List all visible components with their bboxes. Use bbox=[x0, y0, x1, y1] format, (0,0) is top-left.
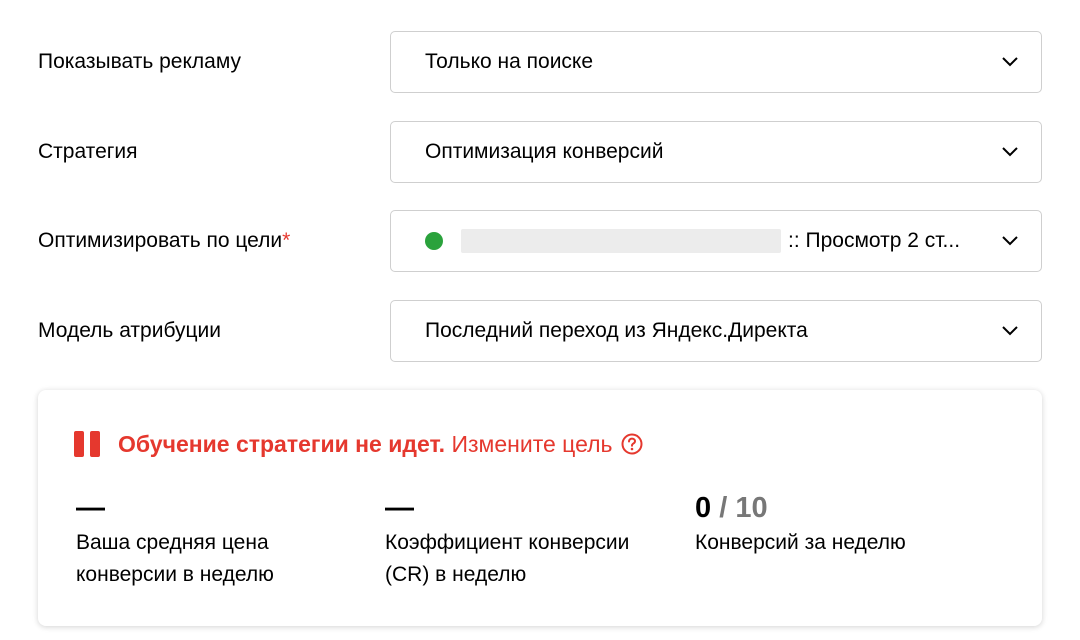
goal-select[interactable]: :: Просмотр 2 ст... bbox=[390, 210, 1042, 272]
strategy-learning-card: Обучение стратегии не идет. Измените цел… bbox=[38, 390, 1042, 626]
avg-conversion-price-metric: — Ваша средняя цена конверсии в неделю bbox=[76, 490, 376, 591]
strategy-row: Стратегия Оптимизация конверсий bbox=[0, 121, 1080, 183]
metric-label-line: Ваша средняя цена bbox=[76, 531, 269, 554]
conversions-target: / 10 bbox=[719, 492, 768, 524]
question-circle-icon[interactable] bbox=[621, 433, 643, 455]
metric-label: Конверсий за неделю bbox=[695, 527, 995, 559]
change-goal-link[interactable]: Измените цель bbox=[451, 431, 612, 457]
strategy-select[interactable]: Оптимизация конверсий bbox=[390, 121, 1042, 183]
chevron-down-icon bbox=[1002, 57, 1018, 67]
metric-label: Ваша средняя цена конверсии в неделю bbox=[76, 527, 376, 591]
metric-label-line: конверсии в неделю bbox=[76, 563, 274, 586]
learning-status-text: Обучение стратегии не идет. bbox=[118, 431, 446, 457]
metric-value: 0 / 10 bbox=[695, 490, 995, 526]
goal-row: Оптимизировать по цели* :: Просмотр 2 ст… bbox=[0, 210, 1080, 272]
attribution-select[interactable]: Последний переход из Яндекс.Директа bbox=[390, 300, 1042, 362]
metric-label-line: (CR) в неделю bbox=[385, 563, 527, 586]
show-ads-select[interactable]: Только на поиске bbox=[390, 31, 1042, 93]
show-ads-value: Только на поиске bbox=[425, 50, 594, 73]
strategy-settings-panel: Показывать рекламу Только на поиске Стра… bbox=[0, 0, 1080, 640]
attribution-label: Модель атрибуции bbox=[38, 319, 222, 342]
conversion-rate-metric: — Коэффициент конверсии (CR) в неделю bbox=[385, 490, 685, 591]
attribution-value: Последний переход из Яндекс.Директа bbox=[425, 319, 808, 342]
metric-label-line: Конверсий за неделю bbox=[695, 531, 906, 554]
show-ads-label: Показывать рекламу bbox=[38, 50, 242, 73]
redacted-goal-name bbox=[461, 229, 781, 253]
chevron-down-icon bbox=[1002, 147, 1018, 157]
learning-status: Обучение стратегии не идет. Измените цел… bbox=[118, 426, 643, 462]
strategy-value: Оптимизация конверсий bbox=[425, 140, 664, 163]
required-mark: * bbox=[282, 229, 291, 252]
strategy-label: Стратегия bbox=[38, 140, 138, 163]
chevron-down-icon bbox=[1002, 236, 1018, 246]
attribution-row: Модель атрибуции Последний переход из Ян… bbox=[0, 300, 1080, 362]
metric-value: — bbox=[385, 492, 414, 524]
show-ads-row: Показывать рекламу Только на поиске bbox=[0, 31, 1080, 93]
goal-status-dot bbox=[425, 232, 443, 250]
weekly-conversions-metric: 0 / 10 Конверсий за неделю bbox=[695, 490, 995, 559]
goal-label: Оптимизировать по цели* bbox=[38, 210, 290, 272]
conversions-current: 0 bbox=[695, 492, 712, 524]
goal-label-text: Оптимизировать по цели bbox=[38, 229, 283, 252]
pause-icon bbox=[74, 431, 101, 457]
metric-label-line: Коэффициент конверсии bbox=[385, 531, 630, 554]
goal-value: :: Просмотр 2 ст... bbox=[788, 229, 961, 252]
metric-label: Коэффициент конверсии (CR) в неделю bbox=[385, 527, 685, 591]
metric-value: — bbox=[76, 492, 105, 524]
chevron-down-icon bbox=[1002, 326, 1018, 336]
